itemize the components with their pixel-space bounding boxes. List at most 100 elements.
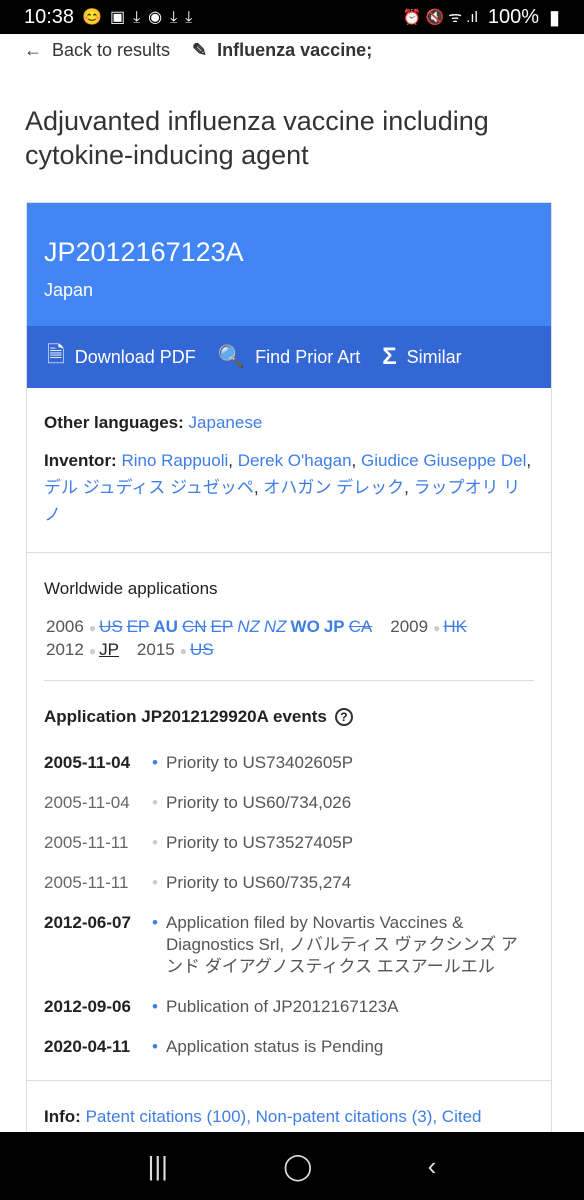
download-label: Download PDF xyxy=(74,346,196,367)
application-country-link[interactable]: EP xyxy=(127,617,150,636)
worldwide-title: Worldwide applications xyxy=(44,579,218,598)
edit-query-link[interactable]: ✎ Influenza vaccine; xyxy=(192,40,372,61)
pencil-icon: ✎ xyxy=(192,39,208,60)
application-year: 2015 xyxy=(136,640,175,659)
languages-section: Other languages: Japanese xyxy=(27,388,551,436)
event-text: Priority to US60/734,026 xyxy=(166,793,352,812)
back-to-results-link[interactable]: ← Back to results xyxy=(24,40,170,61)
recents-button[interactable]: ||| xyxy=(148,1151,168,1182)
patent-header: JP2012167123A Japan xyxy=(27,203,551,326)
events-title: Application JP2012129920A events xyxy=(44,707,327,726)
patent-number: JP2012167123A xyxy=(44,237,244,267)
similar-label: Similar xyxy=(406,346,462,367)
application-country-link[interactable]: JP xyxy=(99,640,119,659)
sigma-icon: Σ xyxy=(382,343,397,370)
event-text: Priority to US60/735,274 xyxy=(166,873,352,892)
notification-icons: 😊▣⤓◉⤓⤓ xyxy=(82,9,201,26)
event-row: 2020-04-11 • Application status is Pending xyxy=(44,1036,534,1058)
application-country-link[interactable]: US xyxy=(99,617,123,636)
application-year: 2006 xyxy=(46,617,84,636)
application-country-link[interactable]: CA xyxy=(349,617,373,636)
help-icon[interactable]: ? xyxy=(334,707,353,726)
inventor-link[interactable]: デル ジュディス ジュゼッペ xyxy=(44,478,254,497)
event-dot-icon: • xyxy=(152,873,158,892)
dot-icon: ● xyxy=(433,621,441,635)
back-button[interactable]: ‹ xyxy=(428,1151,437,1182)
event-row: 2005-11-04 • Priority to US73402605P xyxy=(44,752,534,774)
worldwide-section: Worldwide applications 2006 ● US EP AU CN EP NZ… xyxy=(27,553,551,1058)
application-country-link[interactable]: WO xyxy=(291,617,320,636)
application-year: 2012 xyxy=(46,640,84,659)
document-icon: 🗎 xyxy=(47,342,65,367)
battery-level: 100% xyxy=(487,5,539,28)
event-date: 2012-06-07 xyxy=(44,913,131,932)
dot-icon: ● xyxy=(179,644,187,658)
event-text: Application status is Pending xyxy=(166,1037,384,1056)
event-dot-icon: • xyxy=(152,913,158,932)
patent-card: JP2012167123A Japan 🗎 Download PDF 🔍 Find … xyxy=(26,202,552,1162)
application-country-link[interactable]: CN xyxy=(182,617,207,636)
inventor-link[interactable]: Giudice Giuseppe Del xyxy=(361,451,526,470)
find-prior-art-button[interactable]: 🔍 Find Prior Art xyxy=(218,344,360,370)
inventor-section: Inventor: Rino Rappuoli, Derek O'hagan, … xyxy=(44,451,532,524)
event-text: Publication of JP2012167123A xyxy=(166,997,399,1016)
event-date: 2005-11-04 xyxy=(44,793,130,812)
events-list: 2005-11-04 • Priority to US73402605P 2005-1… xyxy=(44,730,534,1058)
event-date: 2005-11-11 xyxy=(44,873,129,892)
info-label: Info: xyxy=(44,1107,81,1126)
page-title: Adjuvanted influenza vaccine including c… xyxy=(25,106,489,170)
application-country-link[interactable]: NZ xyxy=(237,617,260,636)
application-country-link[interactable]: EP xyxy=(211,617,234,636)
prior-art-label: Find Prior Art xyxy=(255,346,361,367)
japanese-link[interactable]: Japanese xyxy=(189,413,263,432)
event-dot-icon: • xyxy=(152,833,158,852)
event-row: 2012-09-06 • Publication of JP2012167123A xyxy=(44,996,534,1018)
top-nav: ← Back to results ✎ Influenza vaccine; xyxy=(24,36,372,64)
search-document-icon: 🔍 xyxy=(217,344,246,369)
back-label: Back to results xyxy=(52,39,171,60)
citation-links[interactable]: Patent citations (100), Non-patent citat… xyxy=(86,1107,482,1126)
application-country-link[interactable]: AU xyxy=(153,617,178,636)
worldwide-applications: 2006 ● US EP AU CN EP NZ NZ WO JP CA 2009 ● HK 2012 ● JP 2… xyxy=(44,602,534,662)
event-date: 2005-11-11 xyxy=(44,833,129,852)
application-country-link[interactable]: HK xyxy=(443,617,467,636)
clock: 10:38 xyxy=(24,5,75,28)
status-bar: 10:38 😊▣⤓◉⤓⤓ ⏰ 🔇 ᯤ .ıl 100% ▮ xyxy=(0,0,584,34)
application-country-link[interactable]: JP xyxy=(324,617,345,636)
download-pdf-button[interactable]: 🗎 Download PDF xyxy=(47,338,196,376)
application-country-link[interactable]: NZ xyxy=(264,617,287,636)
inventor-link[interactable]: Derek O'hagan xyxy=(238,451,352,470)
application-country-link[interactable]: US xyxy=(190,640,214,659)
events-header: Application JP2012129920A events ? xyxy=(44,681,534,730)
similar-button[interactable]: Σ Similar xyxy=(382,343,461,371)
event-date: 2005-11-04 xyxy=(44,753,131,772)
battery-icon: ▮ xyxy=(548,6,560,29)
event-dot-icon: • xyxy=(152,753,158,772)
inventor-label: Inventor: xyxy=(44,451,117,470)
dot-icon: ● xyxy=(88,621,97,635)
query-label: Influenza vaccine; xyxy=(217,39,373,60)
arrow-left-icon: ← xyxy=(24,39,42,60)
application-year: 2009 xyxy=(390,617,429,636)
event-text: Priority to US73402605P xyxy=(166,753,354,772)
other-languages-label: Other languages: xyxy=(44,413,184,432)
event-dot-icon: • xyxy=(152,793,158,812)
info-section: Info: Patent citations (100), Non-patent… xyxy=(27,1081,551,1130)
signal-icons: ⏰ 🔇 ᯤ .ıl xyxy=(402,9,478,26)
action-bar: 🗎 Download PDF 🔍 Find Prior Art Σ Similar xyxy=(27,326,551,388)
event-row: 2012-06-07 • Application filed by Novartis… xyxy=(44,912,534,978)
event-date: 2012-09-06 xyxy=(44,997,131,1016)
event-text: Application filed by Novartis Vaccines &… xyxy=(166,913,518,976)
event-dot-icon: • xyxy=(152,1037,158,1056)
event-date: 2020-04-11 xyxy=(44,1037,131,1056)
dot-icon: ● xyxy=(88,644,97,658)
patent-country: Japan xyxy=(44,280,94,300)
event-dot-icon: • xyxy=(152,997,158,1016)
event-row: 2005-11-11 • Priority to US73527405P xyxy=(44,832,534,854)
event-row: 2005-11-04 • Priority to US60/734,026 xyxy=(44,792,534,814)
inventor-link[interactable]: Rino Rappuoli xyxy=(121,451,228,470)
event-text: Priority to US73527405P xyxy=(166,833,354,852)
android-nav-bar: ||| ◯ ‹ xyxy=(0,1132,584,1200)
inventor-link[interactable]: オハガン デレック xyxy=(263,478,404,497)
home-button[interactable]: ◯ xyxy=(283,1151,312,1182)
